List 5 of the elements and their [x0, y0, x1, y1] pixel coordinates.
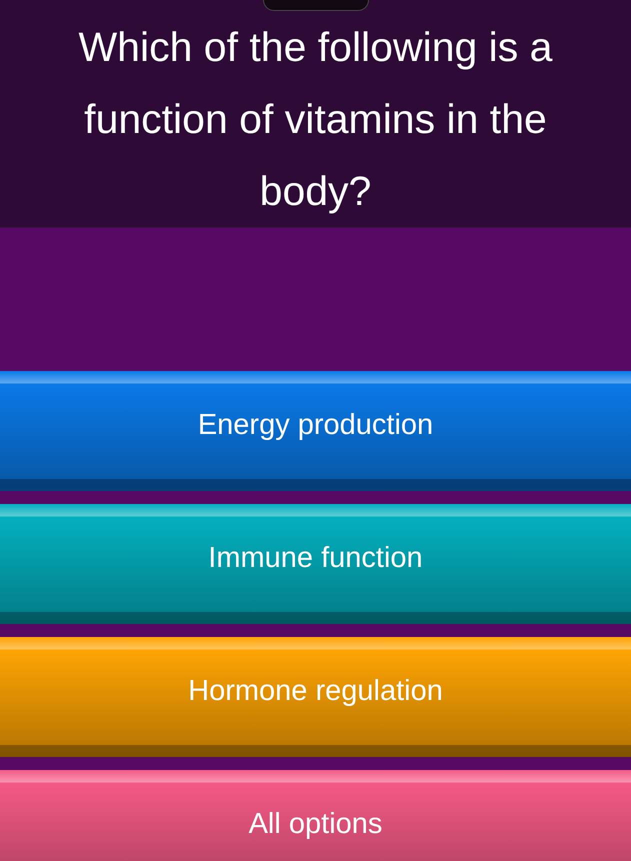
answer-option[interactable]: All options: [0, 770, 631, 861]
answer-option[interactable]: Hormone regulation: [0, 637, 631, 757]
question-text: Which of the following is a function of vitamins in the body?: [77, 23, 554, 216]
answer-option[interactable]: Immune function: [0, 504, 631, 624]
answer-option[interactable]: Energy production: [0, 371, 631, 491]
